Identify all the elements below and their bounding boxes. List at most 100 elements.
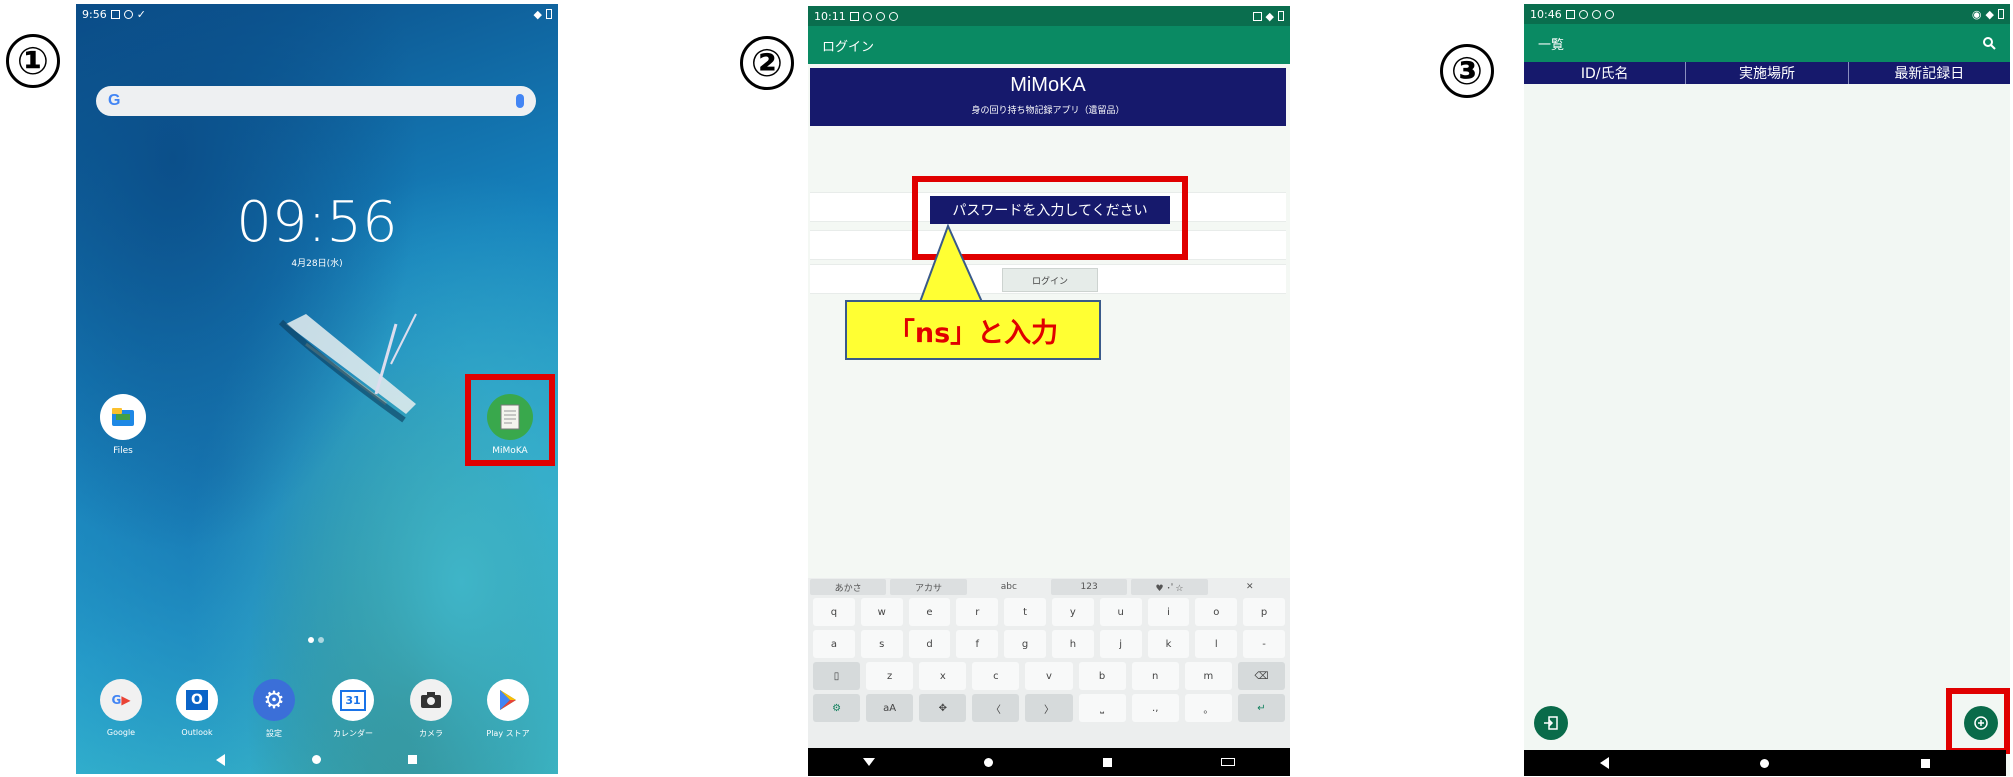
- key-w[interactable]: w: [860, 598, 903, 626]
- page-indicator-dot: [318, 637, 324, 643]
- notification-icon: [888, 11, 898, 21]
- keyboard-row-3: ▯ z x c v b n m ⌫: [808, 660, 1290, 692]
- column-header-id-name[interactable]: ID/氏名: [1524, 62, 1687, 84]
- google-search-bar[interactable]: G: [96, 86, 536, 116]
- dock-label-camera: カメラ: [419, 729, 443, 738]
- calendar-app-icon[interactable]: 31: [332, 679, 374, 721]
- home-nav-icon[interactable]: [984, 757, 994, 767]
- keyboard-settings-icon[interactable]: ⚙: [813, 694, 861, 722]
- appbar-title: 一覧: [1538, 37, 1565, 53]
- search-icon[interactable]: [1982, 36, 1996, 50]
- logout-button[interactable]: [1534, 706, 1568, 740]
- key-v[interactable]: v: [1025, 662, 1073, 690]
- key-punctuation[interactable]: .,: [1131, 694, 1179, 722]
- key-period[interactable]: 。: [1184, 694, 1232, 722]
- shipwreck-wallpaper-image: [278, 313, 417, 423]
- key-r[interactable]: r: [956, 598, 999, 626]
- banner-title: MiMoKA: [1010, 74, 1086, 96]
- mic-icon[interactable]: [516, 94, 524, 108]
- key-n[interactable]: n: [1131, 662, 1179, 690]
- recents-nav-icon[interactable]: [1102, 757, 1112, 767]
- google-folder-icon[interactable]: G ▶: [100, 679, 142, 721]
- logout-icon: [1544, 716, 1558, 730]
- notification-icon: [849, 11, 859, 21]
- key-h[interactable]: h: [1051, 630, 1094, 658]
- settings-gear-icon[interactable]: ⚙: [253, 679, 295, 721]
- camera-app-icon[interactable]: [410, 679, 452, 721]
- eye-status-icon: ◉: [1971, 7, 1982, 21]
- column-header-latest-date[interactable]: 最新記録日: [1849, 62, 2010, 84]
- app-bar: ログイン: [808, 26, 1290, 64]
- instruction-callout: 「ns」と入力: [845, 300, 1101, 360]
- key-phone-icon[interactable]: ▯: [813, 662, 861, 690]
- key-b[interactable]: b: [1078, 662, 1126, 690]
- key-e[interactable]: e: [908, 598, 951, 626]
- notification-icon: [123, 9, 133, 19]
- home-nav-icon[interactable]: [312, 755, 321, 764]
- key-z[interactable]: z: [866, 662, 914, 690]
- key-o[interactable]: o: [1195, 598, 1238, 626]
- kb-tab-hiragana[interactable]: あかさ: [810, 579, 887, 595]
- home-nav-icon[interactable]: [1760, 758, 1770, 768]
- key-y[interactable]: y: [1051, 598, 1094, 626]
- notification-icon: [1578, 9, 1588, 19]
- column-header-location[interactable]: 実施場所: [1686, 62, 1849, 84]
- kb-tab-symbols[interactable]: ♥ ･ﾟ☆: [1131, 579, 1208, 595]
- check-icon: ✓: [136, 7, 146, 21]
- files-app-icon[interactable]: [100, 394, 146, 440]
- notification-icon: [875, 11, 885, 21]
- step-number-1: ①: [6, 34, 60, 88]
- recents-nav-icon[interactable]: [1921, 758, 1931, 768]
- battery-icon: [546, 9, 552, 19]
- cursor-right-icon[interactable]: 〉: [1025, 694, 1073, 722]
- key-s[interactable]: s: [860, 630, 903, 658]
- cursor-move-icon[interactable]: ✥: [919, 694, 967, 722]
- key-i[interactable]: i: [1147, 598, 1190, 626]
- key-x[interactable]: x: [919, 662, 967, 690]
- kb-tab-alphabet[interactable]: abc: [970, 579, 1047, 595]
- cursor-left-icon[interactable]: 〈: [972, 694, 1020, 722]
- space-key[interactable]: ⎵: [1078, 694, 1126, 722]
- keyboard-switch-icon[interactable]: [1221, 758, 1236, 766]
- keyboard-row-1: q w e r t y u i o p: [808, 596, 1290, 628]
- keyboard-row-4: ⚙ aA ✥ 〈 〉 ⎵ ., 。 ↵: [808, 692, 1290, 724]
- back-nav-icon[interactable]: [216, 754, 225, 766]
- appbar-title: ログイン: [822, 39, 875, 55]
- key-m[interactable]: m: [1184, 662, 1232, 690]
- kb-tab-katakana[interactable]: アカサ: [890, 579, 967, 595]
- key-f[interactable]: f: [956, 630, 999, 658]
- list-table-header: ID/氏名 実施場所 最新記録日: [1524, 62, 2010, 84]
- key-q[interactable]: q: [813, 598, 855, 626]
- battery-icon: [1278, 11, 1284, 21]
- status-time: 10:46: [1530, 7, 1562, 21]
- outlook-app-icon[interactable]: O: [176, 679, 218, 721]
- key-a[interactable]: a: [813, 630, 855, 658]
- key-l[interactable]: l: [1195, 630, 1238, 658]
- play-store-icon[interactable]: [487, 679, 529, 721]
- key-j[interactable]: j: [1099, 630, 1142, 658]
- key-t[interactable]: t: [1004, 598, 1046, 626]
- phone-list-screen: 10:46 ◉ ◆ 一覧 ID/氏名 実施場所 最新記録日: [1524, 4, 2010, 776]
- recents-nav-icon[interactable]: [408, 755, 417, 764]
- key-d[interactable]: d: [908, 630, 951, 658]
- key-u[interactable]: u: [1099, 598, 1142, 626]
- keyboard-row-2: a s d f g h j k l -: [808, 628, 1290, 660]
- status-bar: 9:56 ✓ ◆: [76, 4, 558, 24]
- kb-close-icon[interactable]: ✕: [1211, 579, 1288, 595]
- backspace-icon[interactable]: ⌫: [1237, 662, 1285, 690]
- wifi-icon: ◆: [533, 7, 542, 21]
- enter-key-icon[interactable]: ↵: [1237, 694, 1285, 722]
- hide-keyboard-icon[interactable]: [862, 758, 875, 766]
- calendar-day: 31: [340, 689, 366, 711]
- status-bar: 10:46 ◉ ◆: [1524, 4, 2010, 24]
- key-k[interactable]: k: [1147, 630, 1190, 658]
- back-nav-icon[interactable]: [1599, 757, 1609, 769]
- battery-icon: [1998, 9, 2004, 19]
- key-case-toggle[interactable]: aA: [866, 694, 914, 722]
- phone-login-screen: 10:11 ◆ ログイン MiMoKA 身の回り持ち物記録アプリ（遺留品） パス…: [808, 6, 1290, 776]
- key-c[interactable]: c: [972, 662, 1020, 690]
- key-dash[interactable]: -: [1243, 630, 1285, 658]
- kb-tab-numbers[interactable]: 123: [1050, 579, 1128, 595]
- key-g[interactable]: g: [1004, 630, 1046, 658]
- key-p[interactable]: p: [1243, 598, 1285, 626]
